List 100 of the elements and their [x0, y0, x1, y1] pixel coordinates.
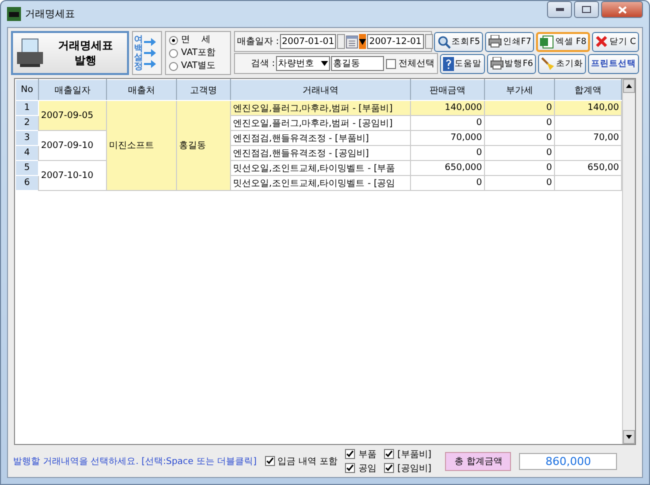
issue-button[interactable]: 거래명세표 발행 [11, 31, 129, 75]
calendar-icon[interactable] [346, 34, 358, 48]
table-cell: 0 [484, 100, 554, 116]
table-cell: 2007-09-05 [38, 100, 106, 130]
printer-icon [16, 38, 44, 68]
checkbox-label: 공임 [358, 462, 376, 474]
spreadsheet-icon [540, 34, 554, 48]
table-cell: 엔진오일,플러그,마후라,범퍼 - [공임비] [230, 116, 410, 130]
search-label: 검색 : [251, 58, 275, 70]
close-button[interactable] [601, 1, 643, 18]
checkbox[interactable] [386, 58, 396, 68]
printer-icon [490, 57, 504, 70]
printer-icon [488, 35, 502, 48]
table-cell: 밋선오일,조인트교체,타이밍벨트 - [공임 [230, 176, 410, 190]
total-amount-field: 860,000 [519, 452, 618, 470]
caret-icon [321, 61, 328, 66]
table-cell: 140,00 [554, 100, 622, 116]
table-cell: 0 [484, 146, 554, 160]
table-cell: 미진소프트 [106, 100, 176, 190]
broom-icon [541, 56, 555, 70]
table-cell: 70,00 [554, 130, 622, 146]
dropdown-button[interactable] [359, 34, 366, 49]
table-cell: 0 [410, 146, 484, 160]
toolbar-button[interactable]: 인쇄F7 [485, 32, 534, 52]
column-header[interactable]: 고객명 [176, 80, 230, 100]
toolbar-button[interactable]: 닫기 C [592, 32, 639, 52]
column-header[interactable]: 부가세 [484, 80, 554, 100]
status-message: 발행할 거래내역을 선택하세요. [선택:Space 또는 더블클릭] [13, 456, 257, 468]
radio-label: VAT별도 [181, 60, 216, 72]
table-cell: 밋선오일,조인트교체,타이밍벨트 - [부품 [230, 160, 410, 176]
arrows-icon [144, 35, 156, 71]
spin-control[interactable] [337, 34, 346, 49]
row-number: 4 [16, 146, 38, 160]
checkbox[interactable] [345, 449, 356, 459]
column-header[interactable]: 매출처 [106, 80, 176, 100]
table-cell: 엔진오일,플러그,마후라,범퍼 - [부품비] [230, 100, 410, 116]
table-cell: 70,000 [410, 130, 484, 146]
close-icon [618, 6, 626, 14]
date-label: 매출일자 : [237, 36, 279, 48]
minimize-icon [556, 8, 564, 11]
start-date-field[interactable]: 2007-01-01 [280, 34, 336, 49]
table-cell: 0 [484, 130, 554, 146]
help-book-icon [442, 56, 454, 70]
table-cell: 엔진점검,핸들유격조정 - [공임비] [230, 146, 410, 160]
table-cell: 0 [410, 176, 484, 190]
checkbox-label: [공임비] [397, 462, 432, 474]
radio-button[interactable] [169, 48, 178, 58]
radio-button[interactable] [169, 36, 178, 44]
table-cell: 650,00 [554, 160, 622, 176]
maximize-icon [582, 6, 591, 13]
row-number: 1 [16, 100, 38, 116]
row-number: 6 [16, 176, 38, 190]
toolbar-button[interactable]: 초기화 [538, 54, 586, 74]
toolbar-button[interactable]: 발행F6 [486, 54, 536, 74]
column-header[interactable]: 판매금액 [410, 80, 484, 100]
checkbox-label: 전체선택 [398, 58, 435, 70]
column-header[interactable]: 거래내역 [230, 80, 410, 100]
column-header[interactable]: 합계액 [554, 80, 622, 100]
checkbox-label: 부품 [358, 448, 376, 460]
radio-label: 면 세 [181, 34, 210, 46]
table-cell: 0 [484, 116, 554, 130]
checkbox[interactable] [264, 456, 275, 466]
up-arrow-icon [626, 84, 632, 88]
search-type-dropdown[interactable]: 차량번호 [276, 56, 330, 71]
toolbar-button[interactable]: 프린트선택 [588, 54, 639, 74]
scroll-down-button[interactable] [623, 430, 635, 444]
table-cell: 홍길동 [176, 100, 230, 190]
search-field[interactable]: 홍길동 [331, 56, 384, 71]
toolbar-button[interactable]: 엑셀 F8 [536, 32, 590, 52]
checkbox[interactable] [384, 449, 394, 459]
column-header[interactable]: 매출일자 [38, 80, 106, 100]
table-cell: 0 [484, 160, 554, 176]
total-label: 총 합계금액 [445, 452, 512, 470]
toolbar-button[interactable]: 조회F5 [434, 32, 484, 52]
minimize-button[interactable] [547, 1, 572, 18]
row-number: 5 [16, 160, 38, 176]
checkbox[interactable] [345, 463, 356, 473]
row-number: 3 [16, 130, 38, 146]
search-icon [436, 34, 451, 48]
window-title: 거래명세표 [25, 8, 75, 21]
table-cell: 140,000 [410, 100, 484, 116]
margin-settings-button[interactable]: 여백설정 [132, 31, 162, 75]
table-cell: 650,000 [410, 160, 484, 176]
row-number: 2 [16, 116, 38, 130]
radio-label: VAT포함 [181, 46, 216, 60]
scroll-up-button[interactable] [623, 79, 635, 93]
table-cell: 0 [410, 116, 484, 130]
close-icon [595, 35, 608, 48]
table-cell: 0 [484, 176, 554, 190]
end-date-field[interactable]: 2007-12-01 [367, 34, 424, 49]
checkbox-label: 입금 내역 포함 [278, 456, 338, 468]
toolbar-button[interactable]: 도움말 [440, 54, 485, 74]
app-icon [7, 7, 21, 21]
column-header[interactable]: No [16, 80, 38, 100]
spin-control[interactable] [424, 34, 433, 49]
maximize-button[interactable] [574, 1, 599, 18]
down-arrow-icon [626, 435, 632, 439]
checkbox[interactable] [384, 463, 394, 473]
checkbox-label: [부품비] [397, 448, 432, 460]
radio-button[interactable] [169, 62, 178, 70]
